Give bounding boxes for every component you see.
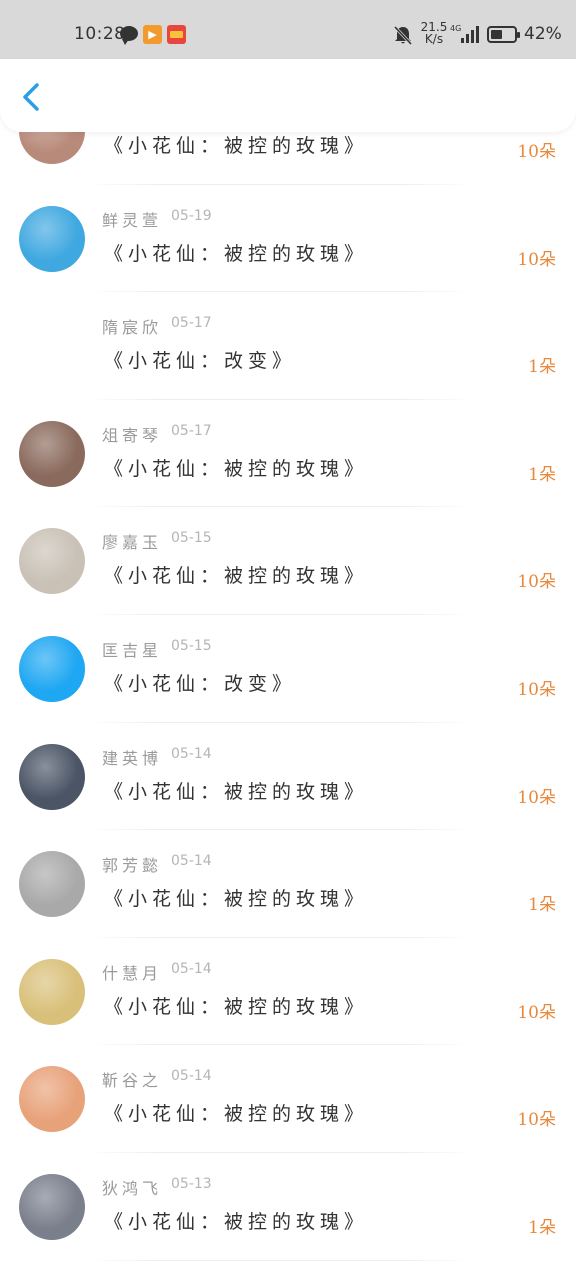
gift-record-row[interactable]: 廖嘉玉 05-15 《小花仙：被控的玫瑰》 10朵 (0, 507, 576, 615)
avatar[interactable] (19, 958, 85, 1025)
send-date: 05-14 (171, 960, 212, 977)
send-date: 05-19 (171, 207, 212, 224)
gift-record-row[interactable]: 狄鸿飞 05-13 《小花仙：被控的玫瑰》 1朵 (0, 1153, 576, 1261)
sender-name: 狄鸿飞 (102, 1178, 163, 1198)
chat-bubble-icon (120, 26, 138, 45)
gift-title: 《小花仙：被控的玫瑰》 (104, 780, 369, 803)
gift-title: 《小花仙：改变》 (104, 350, 297, 373)
send-date: 05-13 (171, 1175, 212, 1192)
back-button[interactable] (14, 79, 50, 115)
gift-record-row[interactable]: 张金桐05-19《小花仙：被控的玫瑰》10朵 (0, 132, 576, 185)
gift-title: 《小花仙：被控的玫瑰》 (104, 565, 369, 588)
avatar[interactable] (19, 851, 85, 918)
gift-count: 10朵 (517, 572, 556, 593)
sender-name: 鲜灵萱 (102, 210, 163, 230)
video-app-icon: ▶ (143, 25, 162, 44)
avatar[interactable] (19, 132, 85, 164)
gift-record-row[interactable]: 匡吉星 05-15 《小花仙：改变》 10朵 (0, 615, 576, 723)
gift-count: 10朵 (517, 679, 556, 700)
status-time: 10:28 (74, 24, 126, 44)
gift-record-row[interactable]: 靳谷之 05-14 《小花仙：被控的玫瑰》 10朵 (0, 1045, 576, 1153)
gift-count: 1朵 (528, 895, 556, 916)
gift-record-list[interactable]: 张金桐05-19《小花仙：被控的玫瑰》10朵鲜灵萱05-19《小花仙：被控的玫瑰… (0, 132, 576, 1280)
gift-count: 10朵 (517, 1110, 556, 1131)
battery-percent: 42% (524, 24, 562, 44)
send-date: 05-14 (171, 1068, 212, 1085)
gift-title: 《小花仙：被控的玫瑰》 (104, 888, 369, 911)
avatar[interactable] (19, 1173, 85, 1240)
gift-record-row[interactable]: 郭芳懿 05-14 《小花仙：被控的玫瑰》 1朵 (0, 830, 576, 938)
avatar[interactable] (19, 420, 85, 487)
gift-count: 10朵 (517, 142, 556, 162)
avatar[interactable] (19, 1066, 85, 1133)
gift-record-row[interactable]: 隋宸欣 05-17 《小花仙：改变》 1朵 (0, 292, 576, 400)
sender-name: 俎寄琴 (102, 425, 163, 445)
network-speed-unit: K/s (424, 32, 444, 46)
avatar[interactable] (19, 528, 85, 595)
sender-name: 靳谷之 (102, 1071, 163, 1091)
network-speed: 21.5 K/s (420, 21, 448, 45)
gift-title: 《小花仙：改变》 (104, 672, 297, 695)
chevron-left-icon (23, 83, 39, 111)
gift-title: 《小花仙：被控的玫瑰》 (104, 1210, 369, 1233)
gift-count: 1朵 (528, 464, 556, 485)
sender-name: 隋宸欣 (102, 318, 163, 338)
send-date: 05-17 (171, 315, 212, 332)
gift-record-row[interactable]: 建英博 05-14 《小花仙：被控的玫瑰》 10朵 (0, 723, 576, 831)
send-date: 05-15 (171, 530, 212, 547)
gift-title: 《小花仙：被控的玫瑰》 (104, 995, 369, 1018)
signal-icon (461, 26, 479, 43)
sender-name: 廖嘉玉 (102, 533, 163, 553)
avatar[interactable] (19, 743, 85, 810)
gift-title: 《小花仙：被控的玫瑰》 (104, 1103, 369, 1126)
send-date: 05-14 (171, 853, 212, 870)
gift-count: 1朵 (528, 357, 556, 378)
battery-icon (487, 26, 520, 43)
gift-count: 10朵 (517, 787, 556, 808)
avatar[interactable] (19, 205, 85, 272)
sender-name: 什慧月 (102, 963, 163, 983)
row-divider (84, 1259, 476, 1261)
mute-bell-icon (393, 25, 413, 46)
send-date: 05-14 (171, 745, 212, 762)
gift-title: 《小花仙：被控的玫瑰》 (104, 242, 369, 265)
sender-name: 郭芳懿 (102, 856, 163, 876)
avatar[interactable] (19, 635, 85, 702)
top-nav-bar (0, 59, 576, 132)
gift-title: 《小花仙：被控的玫瑰》 (104, 457, 369, 480)
gift-record-list-inner: 张金桐05-19《小花仙：被控的玫瑰》10朵鲜灵萱05-19《小花仙：被控的玫瑰… (0, 132, 576, 1261)
gift-record-row[interactable]: 什慧月 05-14 《小花仙：被控的玫瑰》 10朵 (0, 938, 576, 1046)
shop-app-icon (167, 25, 186, 44)
gift-title: 《小花仙：被控的玫瑰》 (104, 135, 369, 157)
status-bar: 10:28 ▶ 21.5 K/s 4G 42% (0, 0, 576, 59)
sender-name: 建英博 (102, 748, 163, 768)
gift-count: 10朵 (517, 249, 556, 270)
gift-record-row[interactable]: 鲜灵萱 05-19 《小花仙：被控的玫瑰》 10朵 (0, 185, 576, 293)
gift-record-row[interactable]: 俎寄琴 05-17 《小花仙：被控的玫瑰》 1朵 (0, 400, 576, 508)
send-date: 05-15 (171, 637, 212, 654)
sender-name: 匡吉星 (102, 640, 163, 660)
send-date: 05-17 (171, 422, 212, 439)
gift-count: 10朵 (517, 1002, 556, 1023)
gift-count: 1朵 (528, 1217, 556, 1238)
